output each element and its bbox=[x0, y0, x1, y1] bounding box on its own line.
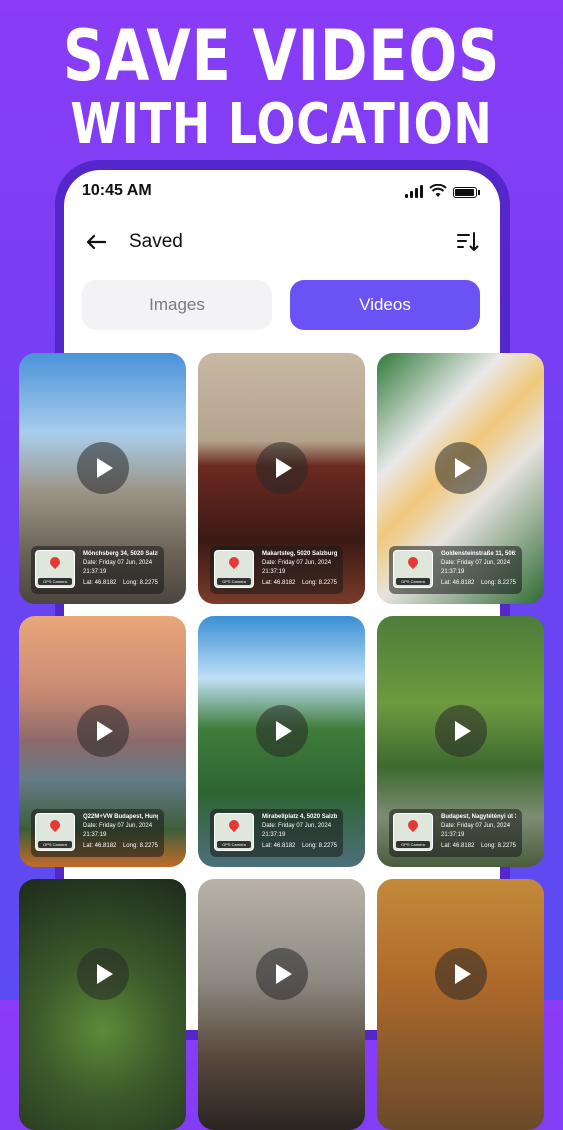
map-thumbnail: GPS Camera bbox=[35, 550, 75, 588]
headline-line-1: SAVE VIDEOS bbox=[62, 15, 501, 97]
play-button[interactable] bbox=[434, 442, 487, 495]
location-lat: Lat: 46.8182 bbox=[441, 843, 475, 849]
map-label: GPS Camera bbox=[217, 578, 251, 585]
video-card[interactable] bbox=[377, 879, 544, 1130]
play-icon bbox=[454, 458, 471, 479]
play-button[interactable] bbox=[255, 442, 308, 495]
play-icon bbox=[96, 964, 113, 985]
status-time: 10:45 AM bbox=[82, 182, 152, 199]
play-icon bbox=[275, 964, 292, 985]
location-long: Long: 8.2275 bbox=[122, 843, 158, 849]
sort-icon bbox=[457, 232, 479, 251]
location-address: Goldensteinstraße 11, 5061 Elsbethen, bbox=[441, 551, 516, 557]
map-label: GPS Camera bbox=[38, 578, 72, 585]
play-button[interactable] bbox=[76, 948, 129, 1001]
play-button[interactable] bbox=[255, 705, 308, 758]
location-address: Mirabellplatz 4, 5020 Salzburg bbox=[262, 814, 337, 820]
map-pin-icon bbox=[405, 554, 421, 570]
location-date: Date: Friday 07 Jun, 2024 21:37:19 bbox=[83, 560, 153, 575]
map-label: GPS Camera bbox=[396, 841, 430, 848]
location-address: Budapest, Nagytétényi út 37-43, 1222 Hun… bbox=[441, 814, 516, 820]
tab-images[interactable]: Images bbox=[82, 280, 272, 330]
location-stamp: GPS Camera Mirabellplatz 4, 5020 Salzbur… bbox=[210, 809, 343, 857]
map-label: GPS Camera bbox=[38, 841, 72, 848]
battery-icon bbox=[453, 187, 477, 198]
video-grid: GPS Camera Mönchsberg 34, 5020 Salzburg,… bbox=[19, 353, 545, 1130]
location-lat: Lat: 46.8182 bbox=[262, 843, 296, 849]
location-date: Date: Friday 07 Jun, 2024 21:37:19 bbox=[441, 823, 511, 838]
location-lat: Lat: 46.8182 bbox=[83, 843, 117, 849]
video-card[interactable]: GPS Camera Makartsteg, 5020 Salzburg, Au… bbox=[198, 353, 365, 604]
arrow-left-icon bbox=[86, 234, 106, 250]
location-long: Long: 8.2275 bbox=[301, 843, 337, 849]
location-lat: Lat: 46.8182 bbox=[441, 580, 475, 586]
play-icon bbox=[454, 721, 471, 742]
map-pin-icon bbox=[226, 817, 242, 833]
location-date: Date: Friday 07 Jun, 2024 21:37:19 bbox=[83, 823, 153, 838]
location-address: Q22M+VW Budapest, Hungary bbox=[83, 814, 158, 820]
play-icon bbox=[96, 721, 113, 742]
play-button[interactable] bbox=[434, 705, 487, 758]
sort-button[interactable] bbox=[454, 228, 482, 256]
location-date: Date: Friday 07 Jun, 2024 21:37:19 bbox=[262, 823, 332, 838]
location-long: Long: 8.2275 bbox=[122, 580, 158, 586]
location-long: Long: 8.2275 bbox=[480, 580, 516, 586]
play-icon bbox=[96, 458, 113, 479]
location-lat: Lat: 46.8182 bbox=[83, 580, 117, 586]
play-button[interactable] bbox=[255, 948, 308, 1001]
location-address: Mönchsberg 34, 5020 Salzburg, Austria bbox=[83, 551, 158, 557]
location-stamp: GPS Camera Goldensteinstraße 11, 5061 El… bbox=[389, 546, 522, 594]
page-title: Saved bbox=[129, 231, 183, 252]
headline-line-2: WITH LOCATION bbox=[70, 92, 493, 157]
video-card[interactable]: GPS Camera Goldensteinstraße 11, 5061 El… bbox=[377, 353, 544, 604]
location-stamp: GPS Camera Mönchsberg 34, 5020 Salzburg,… bbox=[31, 546, 164, 594]
map-pin-icon bbox=[47, 554, 63, 570]
video-card[interactable]: GPS Camera Mönchsberg 34, 5020 Salzburg,… bbox=[19, 353, 186, 604]
status-icons bbox=[405, 184, 480, 198]
play-button[interactable] bbox=[434, 948, 487, 1001]
location-date: Date: Friday 07 Jun, 2024 21:37:19 bbox=[441, 560, 511, 575]
location-lat: Lat: 46.8182 bbox=[262, 580, 296, 586]
play-button[interactable] bbox=[76, 705, 129, 758]
map-thumbnail: GPS Camera bbox=[393, 813, 433, 851]
play-icon bbox=[454, 964, 471, 985]
video-card[interactable]: GPS Camera Mirabellplatz 4, 5020 Salzbur… bbox=[198, 616, 365, 867]
map-pin-icon bbox=[47, 817, 63, 833]
cellular-signal-icon bbox=[405, 185, 423, 198]
map-thumbnail: GPS Camera bbox=[35, 813, 75, 851]
map-pin-icon bbox=[405, 817, 421, 833]
battery-tip bbox=[478, 190, 480, 195]
play-icon bbox=[275, 721, 292, 742]
map-label: GPS Camera bbox=[396, 578, 430, 585]
map-label: GPS Camera bbox=[217, 841, 251, 848]
wifi-icon bbox=[429, 184, 447, 197]
tab-videos[interactable]: Videos bbox=[290, 280, 480, 330]
play-icon bbox=[275, 458, 292, 479]
video-card[interactable] bbox=[198, 879, 365, 1130]
back-button[interactable] bbox=[82, 228, 110, 256]
video-card[interactable] bbox=[19, 879, 186, 1130]
location-stamp: GPS Camera Makartsteg, 5020 Salzburg, Au… bbox=[210, 546, 343, 594]
location-stamp: GPS Camera Budapest, Nagytétényi út 37-4… bbox=[389, 809, 522, 857]
map-thumbnail: GPS Camera bbox=[214, 813, 254, 851]
map-thumbnail: GPS Camera bbox=[214, 550, 254, 588]
location-long: Long: 8.2275 bbox=[480, 843, 516, 849]
location-date: Date: Friday 07 Jun, 2024 21:37:19 bbox=[262, 560, 332, 575]
play-button[interactable] bbox=[76, 442, 129, 495]
location-long: Long: 8.2275 bbox=[301, 580, 337, 586]
location-address: Makartsteg, 5020 Salzburg, Austria bbox=[262, 551, 337, 557]
video-card[interactable]: GPS Camera Budapest, Nagytétényi út 37-4… bbox=[377, 616, 544, 867]
map-thumbnail: GPS Camera bbox=[393, 550, 433, 588]
map-pin-icon bbox=[226, 554, 242, 570]
video-card[interactable]: GPS Camera Q22M+VW Budapest, Hungary Dat… bbox=[19, 616, 186, 867]
location-stamp: GPS Camera Q22M+VW Budapest, Hungary Dat… bbox=[31, 809, 164, 857]
